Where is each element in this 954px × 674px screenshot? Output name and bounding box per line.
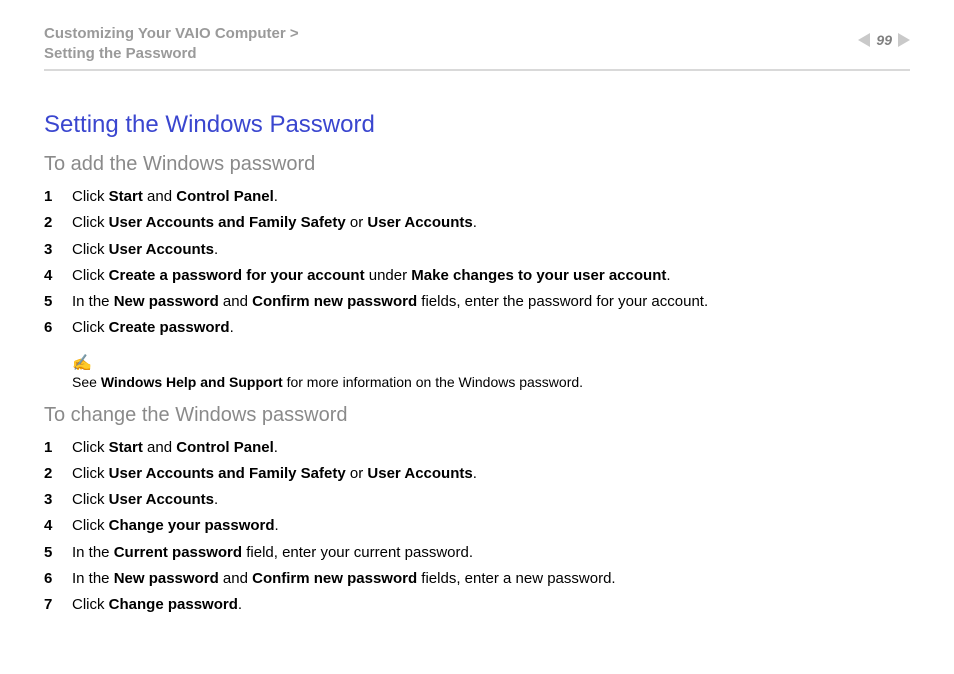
breadcrumb-top: Customizing Your VAIO Computer > [44,24,299,44]
step-text: Click Change your password. [72,513,279,539]
step-number: 1 [44,435,72,461]
steps-add: 1Click Start and Control Panel. 2Click U… [44,184,910,342]
step-text: Click Create password. [72,315,234,341]
list-item: 5In the Current password field, enter yo… [44,540,910,566]
step-number: 4 [44,513,72,539]
page-title: Setting the Windows Password [44,111,910,139]
section-heading-add: To add the Windows password [44,153,910,176]
list-item: 6Click Create password. [44,315,910,341]
step-text: Click User Accounts and Family Safety or… [72,210,477,236]
step-number: 3 [44,487,72,513]
step-text: Click Start and Control Panel. [72,184,278,210]
list-item: 5In the New password and Confirm new pas… [44,289,910,315]
step-number: 2 [44,210,72,236]
page-nav: 99 [858,32,910,48]
step-text: Click User Accounts. [72,237,218,263]
step-number: 3 [44,237,72,263]
step-number: 1 [44,184,72,210]
step-text: Click Start and Control Panel. [72,435,278,461]
note-block: ✍ See Windows Help and Support for more … [72,356,910,390]
note-text: See Windows Help and Support for more in… [72,374,583,390]
note-icon: ✍ [72,356,92,372]
list-item: 2Click User Accounts and Family Safety o… [44,461,910,487]
step-number: 4 [44,263,72,289]
list-item: 4Click Create a password for your accoun… [44,263,910,289]
step-number: 5 [44,540,72,566]
section-heading-change: To change the Windows password [44,404,910,427]
next-page-icon[interactable] [898,33,910,47]
list-item: 2Click User Accounts and Family Safety o… [44,210,910,236]
step-text: Click User Accounts and Family Safety or… [72,461,477,487]
step-number: 7 [44,592,72,618]
breadcrumb-bottom: Setting the Password [44,44,299,64]
step-number: 6 [44,315,72,341]
page-number: 99 [876,32,892,48]
step-number: 5 [44,289,72,315]
list-item: 1Click Start and Control Panel. [44,435,910,461]
steps-change: 1Click Start and Control Panel. 2Click U… [44,435,910,619]
document-page: Customizing Your VAIO Computer > Setting… [0,0,954,618]
page-header: Customizing Your VAIO Computer > Setting… [44,24,910,71]
list-item: 7Click Change password. [44,592,910,618]
step-text: Click Create a password for your account… [72,263,671,289]
step-text: In the New password and Confirm new pass… [72,566,616,592]
step-text: Click Change password. [72,592,242,618]
breadcrumb: Customizing Your VAIO Computer > Setting… [44,24,299,63]
step-text: Click User Accounts. [72,487,218,513]
prev-page-icon[interactable] [858,33,870,47]
page-content: Setting the Windows Password To add the … [44,71,910,618]
step-number: 6 [44,566,72,592]
step-text: In the New password and Confirm new pass… [72,289,708,315]
list-item: 1Click Start and Control Panel. [44,184,910,210]
step-text: In the Current password field, enter you… [72,540,473,566]
list-item: 3Click User Accounts. [44,487,910,513]
list-item: 4Click Change your password. [44,513,910,539]
step-number: 2 [44,461,72,487]
list-item: 3Click User Accounts. [44,237,910,263]
list-item: 6In the New password and Confirm new pas… [44,566,910,592]
